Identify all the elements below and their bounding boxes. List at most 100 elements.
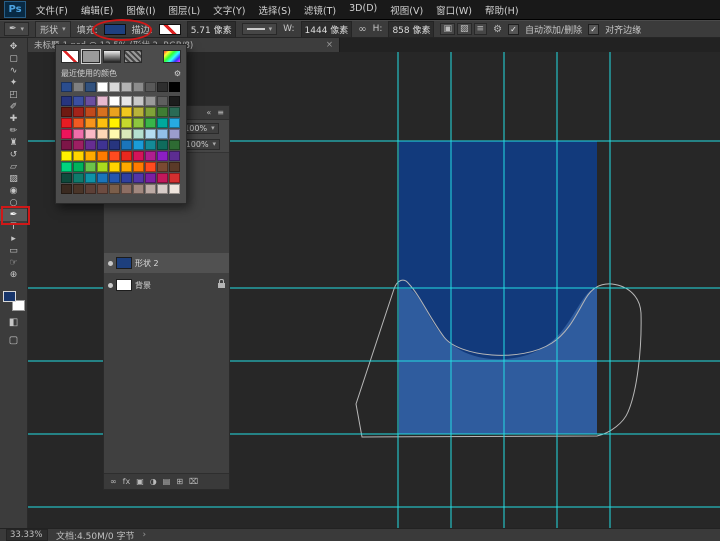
color-swatch[interactable] xyxy=(157,129,168,139)
color-swatch[interactable] xyxy=(109,184,120,194)
align-edges-checkbox[interactable] xyxy=(588,24,599,35)
color-swatch[interactable] xyxy=(157,184,168,194)
color-swatch[interactable] xyxy=(109,82,120,92)
color-swatch[interactable] xyxy=(85,107,96,117)
color-swatch[interactable] xyxy=(61,140,72,150)
panel-menu-icon[interactable]: ≡ xyxy=(217,108,224,117)
color-swatch[interactable] xyxy=(97,184,108,194)
layer-group-icon[interactable]: ▤ xyxy=(163,477,171,486)
gear-icon[interactable]: ⚙ xyxy=(493,24,502,35)
color-swatch[interactable] xyxy=(73,151,84,161)
color-swatch[interactable] xyxy=(85,96,96,106)
visibility-eye-icon[interactable] xyxy=(108,261,113,266)
color-swatch[interactable] xyxy=(97,162,108,172)
color-swatch[interactable] xyxy=(145,82,156,92)
path-op-icon-2[interactable]: ≡ xyxy=(474,23,488,35)
color-swatch[interactable] xyxy=(97,129,108,139)
history-brush-tool[interactable]: ↺ xyxy=(0,149,27,161)
eyedropper-tool[interactable]: ✐ xyxy=(0,101,27,113)
menu-item[interactable]: 视图(V) xyxy=(390,3,423,17)
color-swatch[interactable] xyxy=(85,118,96,128)
color-swatch[interactable] xyxy=(133,82,144,92)
color-swatch[interactable] xyxy=(157,151,168,161)
color-swatch[interactable] xyxy=(169,140,180,150)
tool-mode-dropdown[interactable]: 形状 xyxy=(35,21,71,38)
menu-item[interactable]: 3D(D) xyxy=(349,3,377,17)
color-swatch[interactable] xyxy=(133,151,144,161)
stroke-style-dropdown[interactable] xyxy=(242,23,278,35)
fill-swatch[interactable] xyxy=(104,24,126,35)
bg-thumb[interactable] xyxy=(116,279,132,291)
popup-gear-icon[interactable]: ⚙ xyxy=(174,69,181,78)
color-swatch[interactable] xyxy=(169,118,180,128)
color-swatch[interactable] xyxy=(73,140,84,150)
color-swatch[interactable] xyxy=(85,82,96,92)
gradient-fill-button[interactable] xyxy=(103,50,121,63)
lasso-tool[interactable]: ∿ xyxy=(0,65,27,77)
blur-tool[interactable]: ◉ xyxy=(0,185,27,197)
color-swatch[interactable] xyxy=(61,82,72,92)
color-swatch[interactable] xyxy=(133,129,144,139)
color-swatch[interactable] xyxy=(97,118,108,128)
color-swatch[interactable] xyxy=(61,118,72,128)
shape-tool[interactable]: ▭ xyxy=(0,245,27,257)
color-swatch[interactable] xyxy=(73,82,84,92)
menu-item[interactable]: 选择(S) xyxy=(258,3,290,17)
color-swatch[interactable] xyxy=(133,118,144,128)
color-swatch[interactable] xyxy=(169,96,180,106)
pen-tool[interactable]: ✒ xyxy=(0,209,27,221)
color-swatch[interactable] xyxy=(61,107,72,117)
close-tab-icon[interactable]: × xyxy=(326,40,333,50)
color-swatch[interactable] xyxy=(109,151,120,161)
color-swatch[interactable] xyxy=(145,129,156,139)
crop-tool[interactable]: ◰ xyxy=(0,89,27,101)
color-swatch[interactable] xyxy=(169,151,180,161)
foreground-chip[interactable] xyxy=(3,291,16,302)
color-swatch[interactable] xyxy=(121,173,132,183)
link-layers-icon[interactable]: ∞ xyxy=(110,477,117,486)
color-swatch[interactable] xyxy=(133,140,144,150)
status-expander-icon[interactable]: › xyxy=(142,530,146,540)
color-swatch[interactable] xyxy=(145,162,156,172)
color-swatch[interactable] xyxy=(61,162,72,172)
color-swatch[interactable] xyxy=(97,82,108,92)
color-swatch[interactable] xyxy=(109,140,120,150)
delete-layer-icon[interactable]: ⌧ xyxy=(189,477,198,486)
eraser-tool[interactable]: ▱ xyxy=(0,161,27,173)
color-swatch[interactable] xyxy=(145,140,156,150)
color-swatch[interactable] xyxy=(73,118,84,128)
color-swatch[interactable] xyxy=(109,118,120,128)
color-swatch[interactable] xyxy=(61,151,72,161)
color-swatch[interactable] xyxy=(145,96,156,106)
layer-mask-icon[interactable]: ▣ xyxy=(136,477,144,486)
color-swatch[interactable] xyxy=(169,184,180,194)
color-swatch[interactable] xyxy=(97,107,108,117)
color-swatch[interactable] xyxy=(73,162,84,172)
color-swatch[interactable] xyxy=(109,129,120,139)
color-swatch[interactable] xyxy=(97,96,108,106)
type-tool[interactable]: T xyxy=(0,221,27,233)
healing-brush-tool[interactable]: ✚ xyxy=(0,113,27,125)
color-swatch[interactable] xyxy=(85,151,96,161)
dodge-tool[interactable]: ○ xyxy=(0,197,27,209)
color-swatch[interactable] xyxy=(85,173,96,183)
menu-item[interactable]: 编辑(E) xyxy=(81,3,113,17)
color-swatch[interactable] xyxy=(121,184,132,194)
color-picker-button[interactable] xyxy=(163,50,181,63)
color-swatch[interactable] xyxy=(169,162,180,172)
color-swatch[interactable] xyxy=(61,129,72,139)
no-color-button[interactable] xyxy=(61,50,79,63)
path-op-icon-0[interactable]: ▣ xyxy=(440,23,455,35)
color-swatch[interactable] xyxy=(61,184,72,194)
quick-mask-button[interactable]: ◧ xyxy=(0,317,27,329)
marquee-tool[interactable]: ▢ xyxy=(0,53,27,65)
menu-item[interactable]: 文字(Y) xyxy=(213,3,245,17)
color-swatch[interactable] xyxy=(73,129,84,139)
color-swatch[interactable] xyxy=(121,162,132,172)
color-swatch[interactable] xyxy=(133,173,144,183)
collapse-panel-icon[interactable]: « xyxy=(206,108,211,117)
color-swatch[interactable] xyxy=(109,107,120,117)
color-swatch[interactable] xyxy=(85,162,96,172)
menu-item[interactable]: 帮助(H) xyxy=(485,3,519,17)
auto-add-delete-checkbox[interactable] xyxy=(508,24,519,35)
